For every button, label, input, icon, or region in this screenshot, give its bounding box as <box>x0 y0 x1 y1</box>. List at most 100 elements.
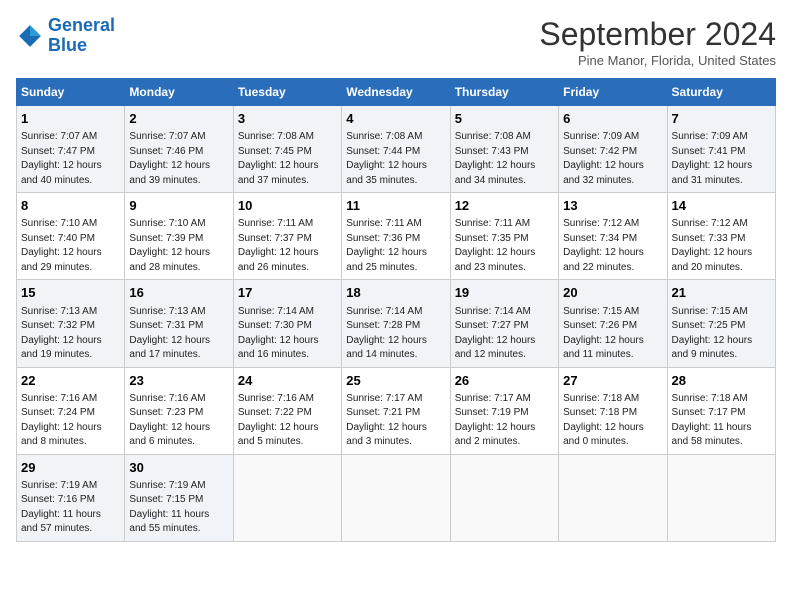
logo-line1: General <box>48 15 115 35</box>
calendar-cell: 5 Sunrise: 7:08 AM Sunset: 7:43 PM Daylig… <box>450 106 558 193</box>
day-info: Sunrise: 7:08 AM Sunset: 7:44 PM Dayligh… <box>346 130 445 188</box>
day-info: Sunrise: 7:09 AM Sunset: 7:42 PM Dayligh… <box>563 130 662 188</box>
day-info: Sunrise: 7:14 AM Sunset: 7:27 PM Dayligh… <box>455 305 554 363</box>
day-header-saturday: Saturday <box>667 79 775 106</box>
calendar-cell: 3Sunrise: 7:08 AM Sunset: 7:45 PM Daylig… <box>233 106 341 193</box>
day-info: Sunrise: 7:12 AM Sunset: 7:33 PM Dayligh… <box>672 217 771 275</box>
day-number: 13 <box>563 197 662 215</box>
day-number: 26 <box>455 372 554 390</box>
day-info: Sunrise: 7:16 AM Sunset: 7:23 PM Dayligh… <box>129 392 228 450</box>
day-number: 8 <box>21 197 120 215</box>
day-number: 27 <box>563 372 662 390</box>
day-header-friday: Friday <box>559 79 667 106</box>
day-info: Sunrise: 7:17 AM Sunset: 7:19 PM Dayligh… <box>455 392 554 450</box>
day-number: 6 <box>563 110 662 128</box>
day-header-monday: Monday <box>125 79 233 106</box>
calendar-cell <box>233 454 341 541</box>
day-number: 11 <box>346 197 445 215</box>
day-number: 12 <box>455 197 554 215</box>
calendar-cell <box>450 454 558 541</box>
day-info: Sunrise: 7:08 AM Sunset: 7:43 PM Dayligh… <box>455 130 554 188</box>
day-number: 9 <box>129 197 228 215</box>
calendar-week-row: 29 Sunrise: 7:19 AM Sunset: 7:16 PM Dayli… <box>17 454 776 541</box>
calendar-cell: 11 Sunrise: 7:11 AM Sunset: 7:36 PM Dayli… <box>342 193 450 280</box>
day-number: 3 <box>238 110 337 128</box>
day-header-tuesday: Tuesday <box>233 79 341 106</box>
calendar-cell: 8 Sunrise: 7:10 AM Sunset: 7:40 PM Daylig… <box>17 193 125 280</box>
logo-icon <box>16 22 44 50</box>
day-info: Sunrise: 7:11 AM Sunset: 7:36 PM Dayligh… <box>346 217 445 275</box>
calendar-cell: 9 Sunrise: 7:10 AM Sunset: 7:39 PM Daylig… <box>125 193 233 280</box>
day-number: 18 <box>346 284 445 302</box>
day-info: Sunrise: 7:14 AM Sunset: 7:30 PM Dayligh… <box>238 305 337 363</box>
day-number: 7 <box>672 110 771 128</box>
calendar-week-row: 22 Sunrise: 7:16 AM Sunset: 7:24 PM Dayli… <box>17 367 776 454</box>
day-info: Sunrise: 7:13 AM Sunset: 7:31 PM Dayligh… <box>129 305 228 363</box>
calendar-cell <box>559 454 667 541</box>
day-info: Sunrise: 7:18 AM Sunset: 7:17 PM Dayligh… <box>672 392 771 450</box>
day-info: Sunrise: 7:14 AM Sunset: 7:28 PM Dayligh… <box>346 305 445 363</box>
calendar-cell: 26 Sunrise: 7:17 AM Sunset: 7:19 PM Dayli… <box>450 367 558 454</box>
day-info: Sunrise: 7:07 AM Sunset: 7:46 PM Dayligh… <box>129 130 228 188</box>
day-info: Sunrise: 7:11 AM Sunset: 7:35 PM Dayligh… <box>455 217 554 275</box>
calendar-cell: 18 Sunrise: 7:14 AM Sunset: 7:28 PM Dayli… <box>342 280 450 367</box>
day-info: Sunrise: 7:11 AM Sunset: 7:37 PM Dayligh… <box>238 217 337 275</box>
day-info: Sunrise: 7:07 AM Sunset: 7:47 PM Dayligh… <box>21 130 120 188</box>
calendar-cell <box>667 454 775 541</box>
day-info: Sunrise: 7:17 AM Sunset: 7:21 PM Dayligh… <box>346 392 445 450</box>
logo-text: General Blue <box>48 16 115 56</box>
calendar-week-row: 1 Sunrise: 7:07 AM Sunset: 7:47 PM Daylig… <box>17 106 776 193</box>
day-number: 24 <box>238 372 337 390</box>
calendar-cell: 4Sunrise: 7:08 AM Sunset: 7:44 PM Daylig… <box>342 106 450 193</box>
day-info: Sunrise: 7:16 AM Sunset: 7:22 PM Dayligh… <box>238 392 337 450</box>
logo: General Blue <box>16 16 115 56</box>
logo-line2: Blue <box>48 35 87 55</box>
day-number: 22 <box>21 372 120 390</box>
month-title: September 2024 <box>539 16 776 53</box>
day-number: 1 <box>21 110 120 128</box>
day-number: 23 <box>129 372 228 390</box>
calendar-cell: 12 Sunrise: 7:11 AM Sunset: 7:35 PM Dayli… <box>450 193 558 280</box>
calendar-cell: 13Sunrise: 7:12 AM Sunset: 7:34 PM Dayli… <box>559 193 667 280</box>
day-number: 5 <box>455 110 554 128</box>
day-info: Sunrise: 7:18 AM Sunset: 7:18 PM Dayligh… <box>563 392 662 450</box>
day-number: 16 <box>129 284 228 302</box>
calendar-cell: 1 Sunrise: 7:07 AM Sunset: 7:47 PM Daylig… <box>17 106 125 193</box>
day-number: 2 <box>129 110 228 128</box>
day-header-wednesday: Wednesday <box>342 79 450 106</box>
calendar-cell: 15 Sunrise: 7:13 AM Sunset: 7:32 PM Dayli… <box>17 280 125 367</box>
day-number: 15 <box>21 284 120 302</box>
calendar-cell: 19Sunrise: 7:14 AM Sunset: 7:27 PM Dayli… <box>450 280 558 367</box>
day-number: 25 <box>346 372 445 390</box>
day-number: 21 <box>672 284 771 302</box>
day-number: 20 <box>563 284 662 302</box>
day-info: Sunrise: 7:19 AM Sunset: 7:16 PM Dayligh… <box>21 479 120 537</box>
day-info: Sunrise: 7:10 AM Sunset: 7:39 PM Dayligh… <box>129 217 228 275</box>
calendar-cell: 2 Sunrise: 7:07 AM Sunset: 7:46 PM Daylig… <box>125 106 233 193</box>
day-number: 30 <box>129 459 228 477</box>
calendar-cell: 30 Sunrise: 7:19 AM Sunset: 7:15 PM Dayli… <box>125 454 233 541</box>
calendar-cell: 24 Sunrise: 7:16 AM Sunset: 7:22 PM Dayli… <box>233 367 341 454</box>
calendar-cell: 22 Sunrise: 7:16 AM Sunset: 7:24 PM Dayli… <box>17 367 125 454</box>
calendar-cell: 7 Sunrise: 7:09 AM Sunset: 7:41 PM Daylig… <box>667 106 775 193</box>
calendar-cell: 14 Sunrise: 7:12 AM Sunset: 7:33 PM Dayli… <box>667 193 775 280</box>
calendar-table: SundayMondayTuesdayWednesdayThursdayFrid… <box>16 78 776 542</box>
day-number: 29 <box>21 459 120 477</box>
day-info: Sunrise: 7:19 AM Sunset: 7:15 PM Dayligh… <box>129 479 228 537</box>
calendar-cell: 28 Sunrise: 7:18 AM Sunset: 7:17 PM Dayli… <box>667 367 775 454</box>
calendar-cell: 20Sunrise: 7:15 AM Sunset: 7:26 PM Dayli… <box>559 280 667 367</box>
day-info: Sunrise: 7:09 AM Sunset: 7:41 PM Dayligh… <box>672 130 771 188</box>
day-number: 10 <box>238 197 337 215</box>
day-info: Sunrise: 7:10 AM Sunset: 7:40 PM Dayligh… <box>21 217 120 275</box>
day-number: 28 <box>672 372 771 390</box>
calendar-cell: 17 Sunrise: 7:14 AM Sunset: 7:30 PM Dayli… <box>233 280 341 367</box>
day-info: Sunrise: 7:16 AM Sunset: 7:24 PM Dayligh… <box>21 392 120 450</box>
calendar-week-row: 8 Sunrise: 7:10 AM Sunset: 7:40 PM Daylig… <box>17 193 776 280</box>
day-header-thursday: Thursday <box>450 79 558 106</box>
calendar-cell: 23 Sunrise: 7:16 AM Sunset: 7:23 PM Dayli… <box>125 367 233 454</box>
calendar-cell: 10 Sunrise: 7:11 AM Sunset: 7:37 PM Dayli… <box>233 193 341 280</box>
day-info: Sunrise: 7:13 AM Sunset: 7:32 PM Dayligh… <box>21 305 120 363</box>
calendar-header-row: SundayMondayTuesdayWednesdayThursdayFrid… <box>17 79 776 106</box>
day-number: 17 <box>238 284 337 302</box>
day-number: 14 <box>672 197 771 215</box>
